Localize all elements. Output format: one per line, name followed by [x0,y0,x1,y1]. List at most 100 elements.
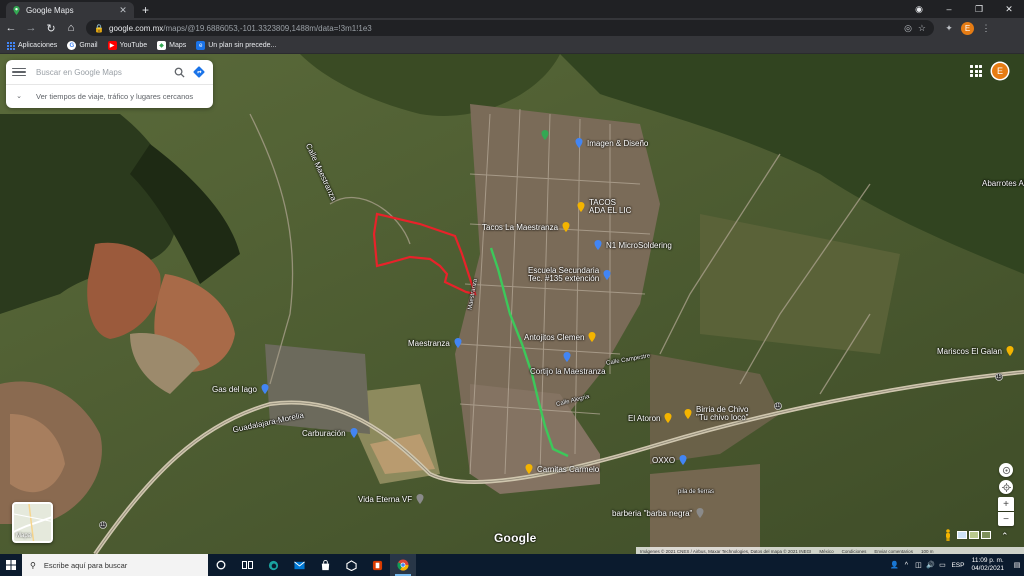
attribution-country[interactable]: México [819,549,833,554]
zoom-in-button[interactable]: + [998,497,1014,511]
tab-google-maps[interactable]: Google Maps ✕ [6,2,134,18]
minimize-button[interactable]: – [934,0,964,18]
poi-label: Gas del lago [212,384,257,394]
poi-imagen-diseno[interactable]: Imagen & Diseño [574,138,648,148]
person-icon[interactable]: 👤 [888,561,900,569]
poi-carnitas[interactable]: Carnitas Carmelo [524,464,599,474]
bookmark-youtube[interactable]: ▶ YouTube [107,41,147,50]
store-icon[interactable] [312,554,338,576]
window-controls: ◉ – ❐ ✕ [904,0,1024,18]
thumb-map-icon[interactable] [957,531,967,539]
lock-icon[interactable]: 🔒 [94,24,104,33]
system-tray: 👤 ^ ◫ 🔊 ▭ ESP 11:09 p. m. 04/02/2021 ▤ [888,554,1024,576]
notification-center-icon[interactable]: ▤ [1010,554,1024,576]
menu-hamburger-icon[interactable] [12,67,26,77]
vpn-app-icon[interactable] [338,554,364,576]
google-apps-icon[interactable] [970,65,982,77]
poi-carburacion[interactable]: Carburación [302,428,359,438]
task-view-icon[interactable] [234,554,260,576]
language-indicator[interactable]: ESP [951,562,964,569]
url-path: /maps/@19.6886053,-101.3323809,1488m/dat… [163,23,372,33]
school-pin-icon [603,270,611,280]
my-location-icon[interactable] [999,480,1013,494]
satellite-map-canvas[interactable]: Abarrotes Al Mariscos El Galan Imagen & … [0,54,1024,554]
taskbar-clock[interactable]: 11:09 p. m. 04/02/2021 [971,557,1004,573]
poi-escuela[interactable]: Escuela Secundaria Tec. #135 extención [528,267,612,283]
attribution-terms[interactable]: Condiciones [842,549,867,554]
poi-mariscos[interactable]: Mariscos El Galan [937,346,1015,356]
search-icon[interactable] [171,64,187,80]
poi-antojitos[interactable]: Antojitos Clemen [524,332,597,342]
edge-browser-icon[interactable] [260,554,286,576]
forward-arrow-icon[interactable]: → [22,19,40,37]
poi-tacos-la-maestranza[interactable]: Tacos La Maestranza [482,222,571,232]
map-label-cortijo[interactable]: Cortijo la Maestranza [530,367,606,376]
office-app-icon[interactable] [364,554,390,576]
tray-chevron-up-icon[interactable]: ^ [900,562,912,569]
poi-el-atoron[interactable]: El Atoron [628,413,673,423]
bookmark-star-icon[interactable]: ☆ [918,23,926,34]
zoom-out-button[interactable]: − [998,512,1014,526]
mail-icon[interactable] [286,554,312,576]
address-bar[interactable]: 🔒 google.com.mx /maps/@19.6886053,-101.3… [86,20,934,36]
back-arrow-icon[interactable]: ← [2,19,20,37]
bookmark-gmail[interactable]: G Gmail [67,41,98,50]
cortana-icon[interactable] [208,554,234,576]
poi-microsoldering[interactable]: N1 MicroSoldering [593,240,672,250]
maps-icon: ◆ [157,41,167,50]
poi-barberia[interactable]: barberia "barba negra" [612,508,705,518]
map-label-pila[interactable]: pila de fierras [678,488,714,497]
profile-avatar[interactable]: E [961,21,974,35]
window-search-tabs-icon[interactable]: ◉ [904,0,934,18]
expand-chevron-icon[interactable]: ⌃ [1001,531,1009,542]
extensions-puzzle-icon[interactable]: ✦ [940,19,958,37]
poi-tacos-ada[interactable]: TACOS ADA EL LIC [576,199,631,215]
google-lens-icon[interactable]: ◎ [904,23,912,34]
poi-birria[interactable]: Birria de Chivo "Tu chivo loco" [683,406,749,422]
poi-label: Imagen & Diseño [587,138,649,148]
close-window-button[interactable]: ✕ [994,0,1024,18]
poi-label: Antojitos Clemen [524,332,585,342]
new-tab-button[interactable]: + [142,2,149,18]
taskbar-search-box[interactable]: ⚲ Escribe aquí para buscar [22,554,208,576]
maximize-button[interactable]: ❐ [964,0,994,18]
poi-vida-eterna[interactable]: Vida Eterna VF [358,494,425,504]
tab-close-icon[interactable]: ✕ [118,5,128,16]
poi-maestranza[interactable]: Maestranza [408,338,463,348]
attribution-feedback[interactable]: Enviar comentarios [874,549,913,554]
poi-oxxo[interactable]: OXXO [652,455,688,465]
compass-icon[interactable] [999,463,1013,477]
battery-icon[interactable]: ▭ [936,561,948,569]
chrome-taskbar-icon[interactable] [390,554,416,576]
green-place-pin-icon[interactable] [540,130,550,140]
food-pin-icon [562,222,570,232]
bookmark-maps[interactable]: ◆ Maps [157,41,186,50]
google-g-icon: G [67,41,77,50]
poi-gas-del-lago[interactable]: Gas del lago [212,384,270,394]
map-scale[interactable]: 100 m [921,549,934,554]
reload-icon[interactable]: ↻ [42,19,60,37]
imagery-thumbnails[interactable] [957,531,991,539]
apps-grid-icon [6,41,15,50]
poi-label: Carnitas Carmelo [537,464,600,474]
travel-times-row[interactable]: ⌄ Ver tiempos de viaje, tráfico y lugare… [6,85,213,107]
bookmark-aplicaciones[interactable]: Aplicaciones [6,41,57,50]
thumb-terrain-icon[interactable] [969,531,979,539]
windows-start-icon[interactable] [0,554,22,576]
home-icon[interactable]: ⌂ [62,19,80,37]
layers-toggle-button[interactable]: Mapa [12,502,53,543]
poi-cortijo[interactable] [562,352,572,362]
bookmark-plan[interactable]: e Un plan sin precede... [196,41,276,50]
network-icon[interactable]: ◫ [912,561,924,569]
directions-icon[interactable] [191,64,207,80]
menu-kebab-icon[interactable]: ⋮ [977,19,995,37]
chevron-down-icon: ⌄ [16,93,22,100]
pegman-street-view-icon[interactable] [941,528,955,542]
maps-account-avatar[interactable]: E [992,63,1008,79]
travel-times-link[interactable]: Ver tiempos de viaje, tráfico y lugares … [36,92,193,101]
thumb-satellite-icon[interactable] [981,531,991,539]
map-label-abarrotes[interactable]: Abarrotes Al [982,179,1024,188]
maps-search-input[interactable] [36,67,167,77]
bookmark-page-icon: e [196,41,206,50]
volume-icon[interactable]: 🔊 [924,561,936,569]
